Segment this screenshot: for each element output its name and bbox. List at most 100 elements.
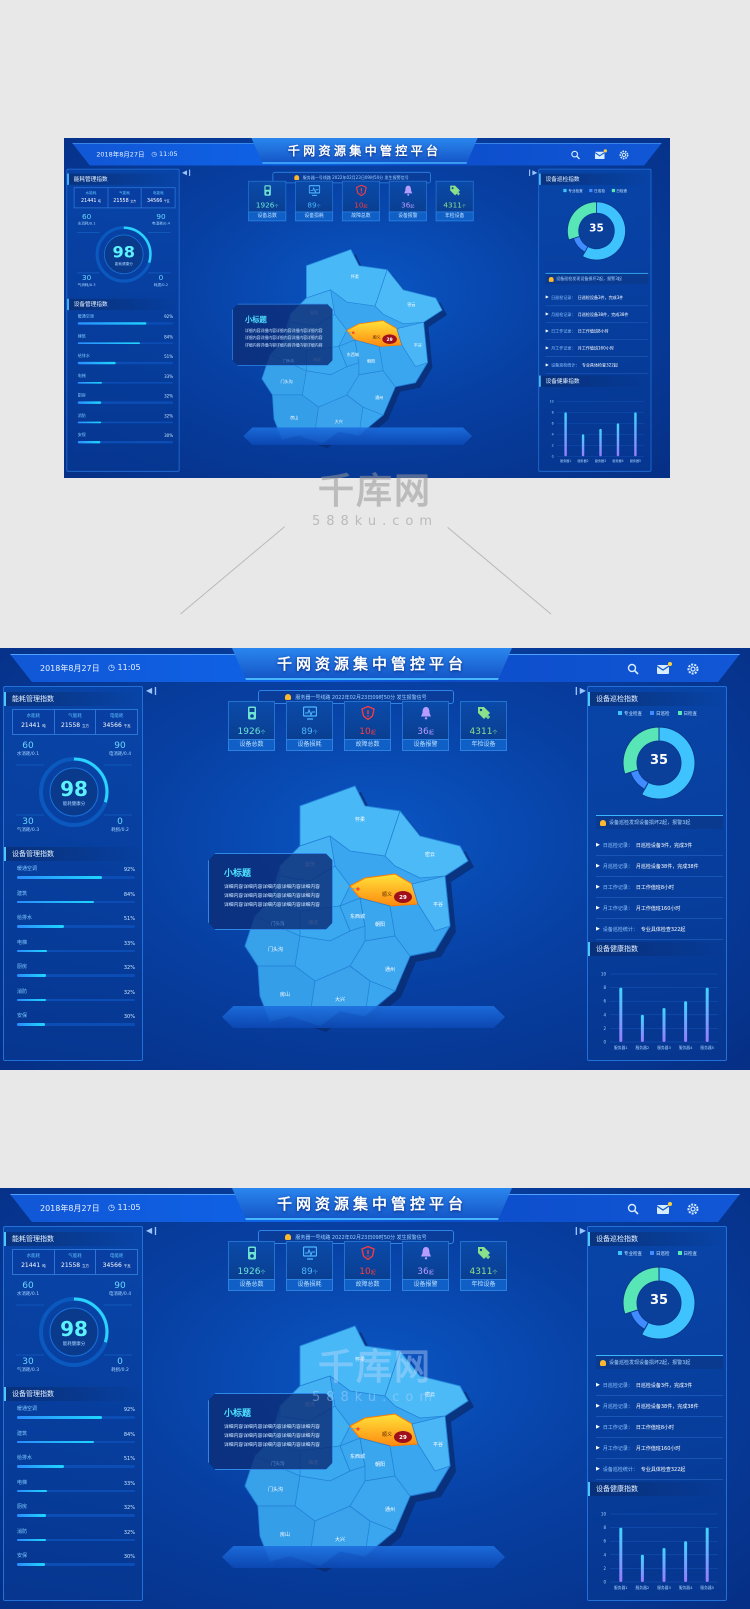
bar-fill xyxy=(17,876,102,879)
district-label: 房山 xyxy=(290,414,298,420)
stat-card[interactable]: 10起 故障总数 xyxy=(344,1241,391,1293)
patrol-donut-chart: 35 xyxy=(621,725,697,801)
search-icon[interactable] xyxy=(626,1203,640,1217)
search-icon[interactable] xyxy=(626,663,640,677)
collapse-right-icon[interactable]: ❙▶ xyxy=(573,1226,586,1235)
gear-icon[interactable] xyxy=(686,1203,700,1217)
search-icon[interactable] xyxy=(570,150,581,161)
tooltip-link[interactable]: 门头沟 xyxy=(271,1461,285,1467)
stat-label: 设备报警 xyxy=(402,1279,449,1291)
record-item[interactable]: ▶ 日工作记录： 日工作值班8小时 xyxy=(545,323,649,340)
bar-fill xyxy=(17,974,47,977)
record-item[interactable]: ▶ 月工作记录： 月工作值班160小时 xyxy=(545,340,649,357)
collapse-left-icon[interactable]: ◀❙ xyxy=(146,686,159,695)
stat-card[interactable]: 36起 设备报警 xyxy=(388,180,427,223)
stat-card[interactable]: 1926个 设备总数 xyxy=(248,180,287,223)
bar-fill xyxy=(17,900,95,903)
stat-card[interactable]: 4311个 年检设备 xyxy=(435,180,474,223)
health-section-title: 设备健康指数 xyxy=(539,375,651,387)
patrol-alert[interactable]: 设备巡检发现设备损坏2起，报警3起 xyxy=(596,815,723,829)
patrol-alert[interactable]: 设备巡检发现设备损坏2起，报警3起 xyxy=(596,1355,723,1369)
collapse-left-icon[interactable]: ◀❙ xyxy=(146,1226,159,1235)
gauge-score: 98 能耗健康分 xyxy=(60,1317,88,1347)
district-label: 大兴 xyxy=(335,418,343,424)
y-tick-label: 8 xyxy=(603,985,606,990)
health-bar xyxy=(684,1541,688,1582)
stat-label: 故障总数 xyxy=(341,211,380,222)
stat-card[interactable]: 1926个 设备总数 xyxy=(228,1241,275,1293)
tooltip-link[interactable]: 门头沟 xyxy=(271,921,285,927)
record-item[interactable]: ▶ 设备巡检统计： 专业具体检查322起 xyxy=(545,357,649,374)
y-tick-label: 10 xyxy=(601,1512,607,1517)
patrol-donut-chart: 35 xyxy=(566,200,627,261)
health-bar xyxy=(640,1554,644,1582)
stat-card[interactable]: 89个 设备损耗 xyxy=(286,1241,333,1293)
stat-card[interactable]: 36起 设备报警 xyxy=(402,701,449,753)
y-tick-label: 6 xyxy=(603,1539,606,1544)
health-bar xyxy=(564,412,567,457)
collapse-right-icon[interactable]: ❙▶ xyxy=(573,686,586,695)
stat-card[interactable]: 4311个 年检设备 xyxy=(460,1241,507,1293)
stat-value: 89个 xyxy=(307,201,321,210)
record-item[interactable]: ▶ 设备巡检统计： 专业具体检查322起 xyxy=(596,919,723,940)
record-item[interactable]: ▶ 日巡检记录： 日巡检设备3件，完成3件 xyxy=(596,1375,723,1396)
record-item[interactable]: ▶ 月巡检记录： 月巡检设备38件，完成38件 xyxy=(545,306,649,324)
mail-icon[interactable] xyxy=(656,662,672,677)
record-item[interactable]: ▶ 日巡检记录： 日巡检设备3件，完成3件 xyxy=(596,835,723,856)
record-item[interactable]: ▶ 月巡检记录： 月巡检设备38件，完成38件 xyxy=(596,856,723,877)
stat-label: 设备报警 xyxy=(388,211,427,222)
patrol-section-title: 设备巡检指数 xyxy=(588,692,726,706)
district-label: 顺义 xyxy=(373,333,381,339)
shield-alert-icon xyxy=(355,184,367,202)
record-item[interactable]: ▶ 日工作记录： 日工作值班8小时 xyxy=(596,877,723,898)
header-time: ◷ 11:05 xyxy=(108,1203,141,1212)
stat-card[interactable]: 1926个 设备总数 xyxy=(228,701,275,753)
mail-icon[interactable] xyxy=(594,149,607,161)
record-item[interactable]: ▶ 月工作记录： 月工作值班160小时 xyxy=(596,1438,723,1459)
stat-card[interactable]: 89个 设备损耗 xyxy=(295,180,334,223)
device-bar-list: 暖通空调 92% 建筑 84% 给排水 51% 电梯 33% 厨房 32% 消防 32% 安… xyxy=(17,1405,135,1577)
device-bar-item: 厨房 32% xyxy=(17,1503,135,1517)
bar-fill xyxy=(17,998,47,1001)
record-item[interactable]: ▶ 日工作记录： 日工作值班8小时 xyxy=(596,1417,723,1438)
stat-label: 设备损耗 xyxy=(295,211,334,222)
device-section-title: 设备管理指数 xyxy=(67,298,179,311)
right-panel: 设备巡检指数 专业检查 日巡检 日检查 35 设备巡检发现设备损坏2起，报警3起 ▶… xyxy=(587,1226,727,1601)
y-tick-label: 4 xyxy=(603,1012,606,1017)
clock-icon: ◷ xyxy=(151,150,157,158)
page: 2018年8月27日 ◷ 11:05 千网资源集中管控平台 服务器一号线路 20… xyxy=(0,0,750,1609)
patrol-alert[interactable]: 设备巡检发现设备损坏2起，报警3起 xyxy=(545,272,649,285)
tooltip-link[interactable]: 门头沟 xyxy=(283,359,294,363)
x-tick-label: 服务器1 xyxy=(614,1585,628,1590)
record-item[interactable]: ▶ 月工作记录： 月工作值班160小时 xyxy=(596,898,723,919)
stat-card[interactable]: 36起 设备报警 xyxy=(402,1241,449,1293)
stat-card[interactable]: 10起 故障总数 xyxy=(341,180,380,223)
stat-value: 89个 xyxy=(301,727,318,737)
record-item[interactable]: ▶ 设备巡检统计： 专业具体检查322起 xyxy=(596,1459,723,1480)
record-item[interactable]: ▶ 月巡检记录： 月巡检设备38件，完成38件 xyxy=(596,1396,723,1417)
stat-card[interactable]: 89个 设备损耗 xyxy=(286,701,333,753)
gear-icon[interactable] xyxy=(618,150,629,161)
stat-card[interactable]: 4311个 年检设备 xyxy=(460,701,507,753)
health-bar xyxy=(619,1527,623,1582)
collapse-left-icon[interactable]: ◀❙ xyxy=(182,169,192,176)
bar-track xyxy=(77,361,174,364)
stat-card[interactable]: 10起 故障总数 xyxy=(344,701,391,753)
health-bar xyxy=(684,1001,688,1042)
collapse-right-icon[interactable]: ❙▶ xyxy=(527,169,537,176)
mail-icon[interactable] xyxy=(656,1202,672,1217)
health-bar xyxy=(662,1008,666,1042)
district-label: 怀柔 xyxy=(355,816,365,823)
stat-value: 1926个 xyxy=(237,1267,266,1277)
device-icon xyxy=(262,185,273,202)
record-item[interactable]: ▶ 日巡检记录： 日巡检设备3件，完成3件 xyxy=(545,289,649,307)
device-bar-item: 电梯 33% xyxy=(17,1479,135,1492)
health-bar xyxy=(705,987,709,1042)
stat-cards: 1926个 设备总数 89个 设备损耗 10起 故障总数 36起 设备报警 43… xyxy=(228,1241,507,1293)
gear-icon[interactable] xyxy=(686,663,700,677)
right-panel: 设备巡检指数 专业检查 日巡检 日检查 35 设备巡检发现设备损坏2起，报警3起 ▶… xyxy=(587,686,727,1061)
bar-fill xyxy=(17,1416,102,1419)
watermark: 千库网 588ku.com xyxy=(311,471,439,529)
monitor-icon xyxy=(308,185,320,202)
tag-icon xyxy=(477,1246,491,1267)
